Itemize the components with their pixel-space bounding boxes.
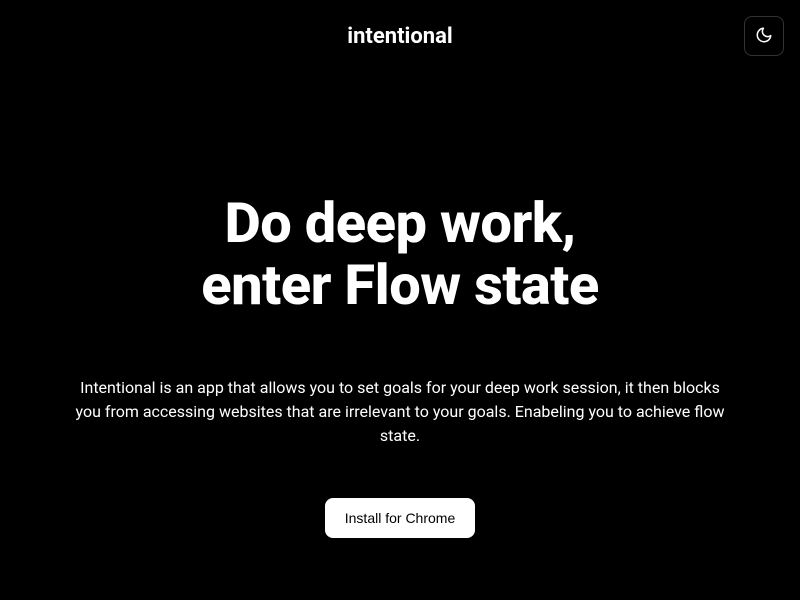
hero-headline: Do deep work, enter Flow state — [40, 193, 760, 316]
cta-container: Install for Chrome — [40, 498, 760, 538]
brand-title: intentional — [347, 24, 452, 49]
theme-toggle-button[interactable] — [744, 16, 784, 56]
hero-description: Intentional is an app that allows you to… — [70, 376, 730, 448]
moon-icon — [755, 26, 773, 47]
hero-section: Do deep work, enter Flow state Intention… — [0, 73, 800, 538]
headline-line-2: enter Flow state — [201, 252, 599, 318]
headline-line-1: Do deep work, — [224, 190, 575, 256]
header: intentional — [0, 0, 800, 73]
install-chrome-button[interactable]: Install for Chrome — [325, 498, 475, 538]
